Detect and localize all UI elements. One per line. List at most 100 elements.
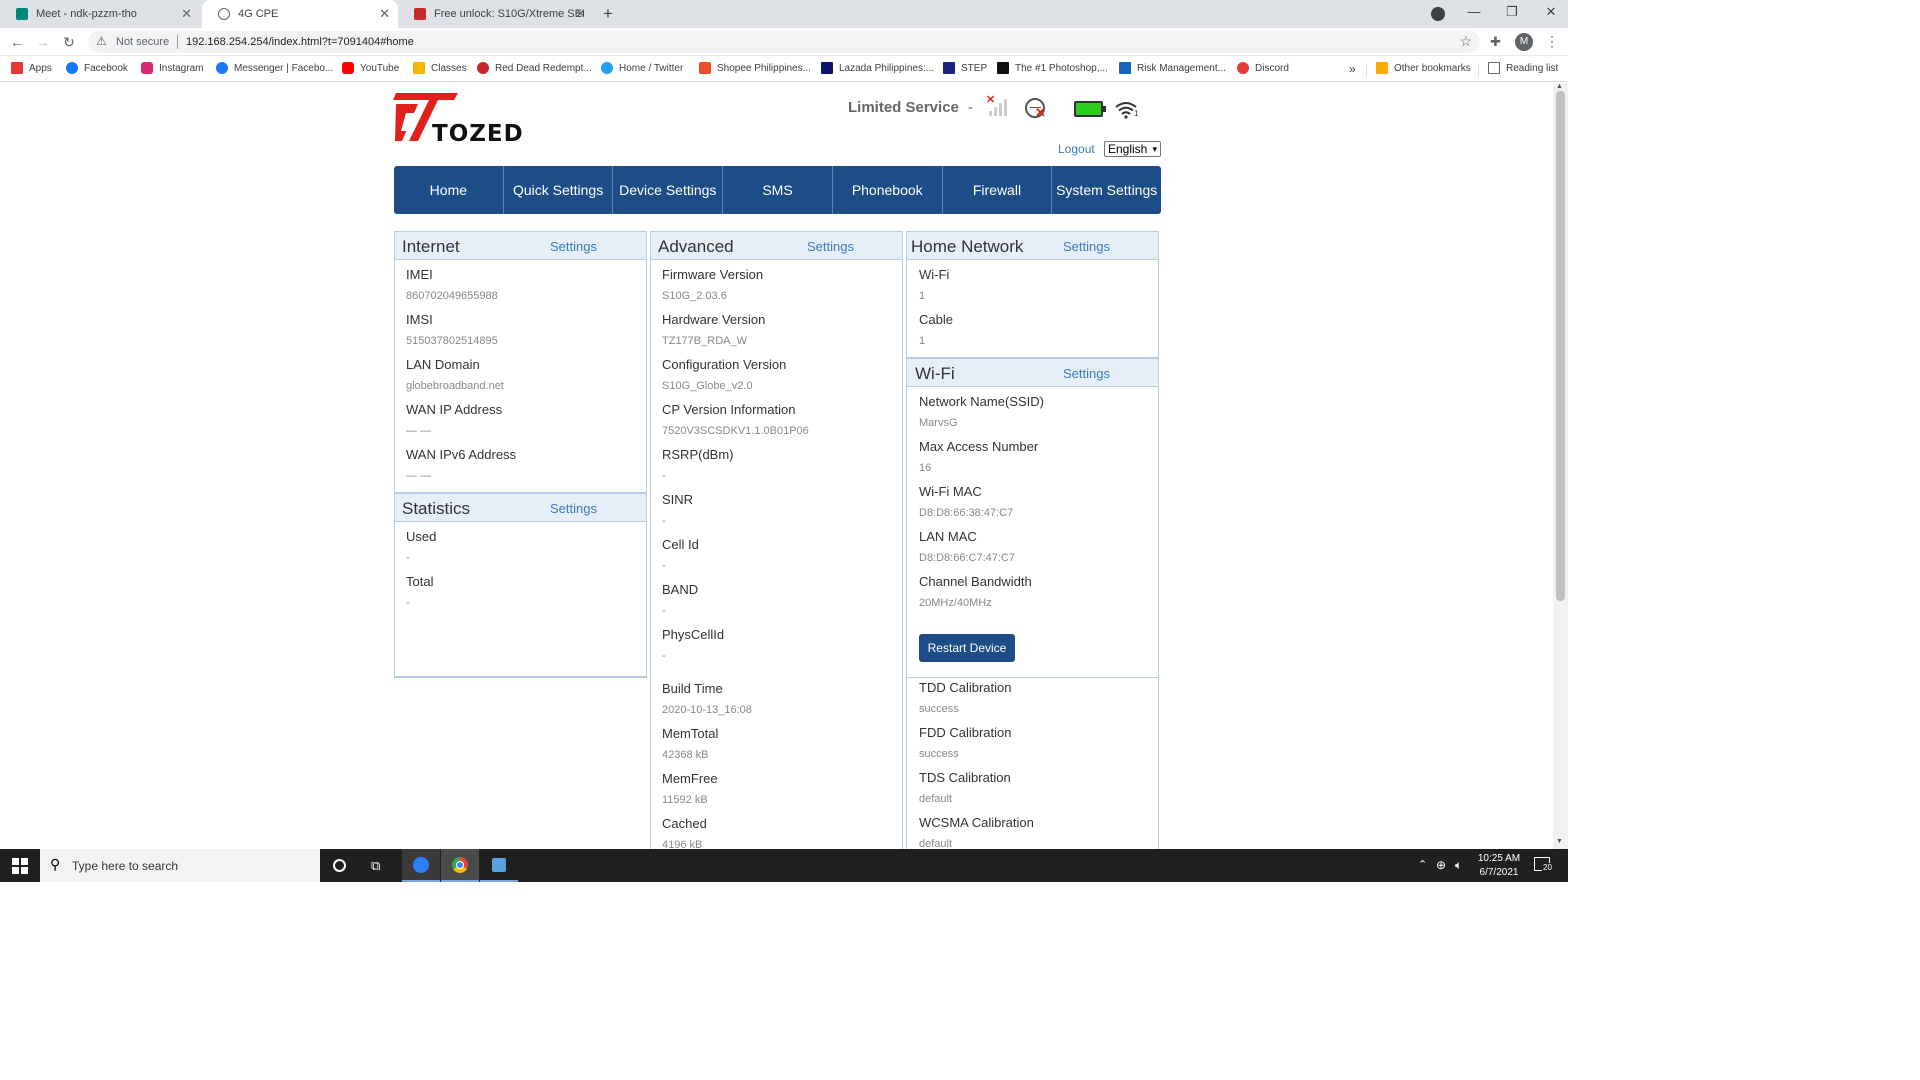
menu-device-settings[interactable]: Device Settings xyxy=(613,166,724,214)
folder-icon xyxy=(1376,62,1388,74)
browser-tab-meet[interactable]: Meet - ndk-pzzm-tho ✕ xyxy=(0,0,200,28)
panel-title: Statistics xyxy=(402,499,471,518)
clock[interactable]: 10:25 AM 6/7/2021 xyxy=(1472,852,1526,880)
tray-chevron-icon[interactable]: ⌃ xyxy=(1418,858,1427,871)
bookmark-classes[interactable]: Classes xyxy=(413,62,467,74)
field-label: Wi-Fi MAC xyxy=(919,484,982,499)
omnibox[interactable]: ⚠ Not secure 192.168.254.254/index.html?… xyxy=(88,31,1480,53)
back-icon[interactable]: ← xyxy=(8,34,26,50)
meet-icon xyxy=(16,8,28,20)
new-tab-icon[interactable]: + xyxy=(603,4,613,24)
bookmark-shopee[interactable]: Shopee Philippines... xyxy=(699,62,811,74)
bookmark-star-icon[interactable]: ☆ xyxy=(1459,33,1472,50)
other-bookmarks[interactable]: Other bookmarks xyxy=(1376,62,1471,74)
bookmarks-overflow-icon[interactable]: » xyxy=(1349,62,1356,76)
field-value: 1 xyxy=(919,335,926,347)
bookmark-red-dead[interactable]: Red Dead Redempt... xyxy=(477,62,592,74)
close-tab-icon[interactable]: ✕ xyxy=(575,6,586,22)
bookmark-instagram[interactable]: Instagram xyxy=(141,62,203,74)
taskbar-search-box[interactable]: ⚲ Type here to search xyxy=(40,849,320,882)
home-network-panel: Home Network Settings Wi-Fi 1 Cable 1 xyxy=(906,231,1159,358)
extensions-icon[interactable]: ✚ xyxy=(1490,34,1501,50)
reload-icon[interactable]: ↻ xyxy=(60,34,78,51)
bookmark-messenger[interactable]: Messenger | Facebo... xyxy=(216,62,333,74)
field-value: - xyxy=(662,650,666,662)
restart-device-button[interactable]: Restart Device xyxy=(919,634,1015,662)
volume-icon[interactable]: 🔈︎ xyxy=(1455,858,1462,873)
url-text[interactable]: 192.168.254.254/index.html?t=7091404#hom… xyxy=(186,36,414,48)
network-icon[interactable]: ⊕ xyxy=(1436,858,1446,872)
logout-link[interactable]: Logout xyxy=(1058,142,1095,156)
bookmark-youtube[interactable]: YouTube xyxy=(342,62,399,74)
bookmark-facebook[interactable]: Facebook xyxy=(66,62,128,74)
messenger-taskbar-icon[interactable] xyxy=(402,849,440,882)
close-tab-icon[interactable]: ✕ xyxy=(379,6,390,22)
profile-avatar[interactable]: M xyxy=(1515,33,1533,51)
language-value: English xyxy=(1108,142,1148,156)
chrome-taskbar-icon[interactable] xyxy=(441,849,479,882)
wifi-settings-link[interactable]: Settings xyxy=(1063,366,1110,381)
field-label: RSRP(dBm) xyxy=(662,447,734,462)
menu-phonebook[interactable]: Phonebook xyxy=(833,166,943,214)
task-view-icon[interactable]: ⧉ xyxy=(371,858,380,874)
apps-grid-icon xyxy=(11,62,23,74)
scrollbar-thumb[interactable] xyxy=(1556,91,1565,601)
menu-sms[interactable]: SMS xyxy=(723,166,833,214)
page-scrollbar[interactable]: ▲ ▼ xyxy=(1553,83,1568,849)
reading-list[interactable]: Reading list xyxy=(1488,62,1558,74)
field-value: - xyxy=(406,552,410,564)
field-value: — — xyxy=(406,470,432,482)
rockstar-icon xyxy=(477,62,489,74)
menu-system-settings[interactable]: System Settings xyxy=(1052,166,1161,214)
advanced-settings-link[interactable]: Settings xyxy=(807,239,854,254)
panel-title: Home Network xyxy=(911,237,1024,256)
bookmark-label: Apps xyxy=(29,62,52,74)
bookmark-step[interactable]: STEP xyxy=(943,62,987,74)
field-value: 20MHz/40MHz xyxy=(919,597,992,609)
scroll-down-icon[interactable]: ▼ xyxy=(1556,838,1563,845)
field-label: IMEI xyxy=(406,267,433,282)
language-select[interactable]: English ▾ xyxy=(1104,141,1161,157)
menu-home[interactable]: Home xyxy=(394,166,504,214)
field-label: Firmware Version xyxy=(662,267,764,282)
cortana-icon[interactable] xyxy=(333,859,346,872)
security-status[interactable]: Not secure xyxy=(116,36,169,48)
windows-start-icon[interactable] xyxy=(12,858,28,874)
tab-search-icon[interactable] xyxy=(1431,7,1445,21)
internet-disconnected-icon: ✕ xyxy=(1025,98,1046,120)
field-value: 2020-10-13_16:08 xyxy=(662,704,752,716)
internet-settings-link[interactable]: Settings xyxy=(550,239,597,254)
field-value: - xyxy=(406,597,410,609)
statistics-settings-link[interactable]: Settings xyxy=(550,501,597,516)
field-value: S10G_2.03.6 xyxy=(662,290,727,302)
field-value: 860702049655988 xyxy=(406,290,498,302)
field-value: 42368 kB xyxy=(662,749,709,761)
disconnected-x-icon: ✕ xyxy=(1035,105,1046,120)
browser-menu-icon[interactable]: ⋮ xyxy=(1545,33,1559,50)
field-value: D8:D8:66:C7:47:C7 xyxy=(919,552,1015,564)
home-network-settings-link[interactable]: Settings xyxy=(1063,239,1110,254)
menu-firewall[interactable]: Firewall xyxy=(943,166,1053,214)
field-label: TDD Calibration xyxy=(919,680,1012,695)
bookmark-risk-management[interactable]: Risk Management... xyxy=(1119,62,1226,74)
panel-header: Home Network Settings xyxy=(907,232,1158,260)
restore-icon[interactable]: ❐ xyxy=(1502,4,1522,20)
minimize-icon[interactable]: — xyxy=(1464,4,1484,19)
window-close-icon[interactable]: ✕ xyxy=(1541,4,1561,20)
notification-center-icon[interactable]: 20 xyxy=(1534,857,1553,872)
bookmark-discord[interactable]: Discord xyxy=(1237,62,1289,74)
statistics-panel: Statistics Settings Used - Total - xyxy=(394,493,647,678)
close-tab-icon[interactable]: ✕ xyxy=(181,6,192,22)
panel-title: Wi-Fi xyxy=(915,364,955,383)
bookmark-photoshop[interactable]: The #1 Photoshop,... xyxy=(997,62,1108,74)
bookmark-twitter[interactable]: Home / Twitter xyxy=(601,62,683,74)
browser-tab-4g-cpe[interactable]: 4G CPE ✕ xyxy=(202,0,398,28)
bookmark-lazada[interactable]: Lazada Philippines:... xyxy=(821,62,934,74)
forward-icon[interactable]: → xyxy=(34,34,52,50)
scroll-up-icon[interactable]: ▲ xyxy=(1556,83,1563,90)
bookmark-apps[interactable]: Apps xyxy=(11,62,52,74)
field-label: Wi-Fi xyxy=(919,267,950,282)
browser-tab-free-unlock[interactable]: Free unlock: S10G/Xtreme SEI-12 ✕ xyxy=(398,0,594,28)
menu-quick-settings[interactable]: Quick Settings xyxy=(504,166,614,214)
app-taskbar-icon[interactable] xyxy=(480,849,518,882)
